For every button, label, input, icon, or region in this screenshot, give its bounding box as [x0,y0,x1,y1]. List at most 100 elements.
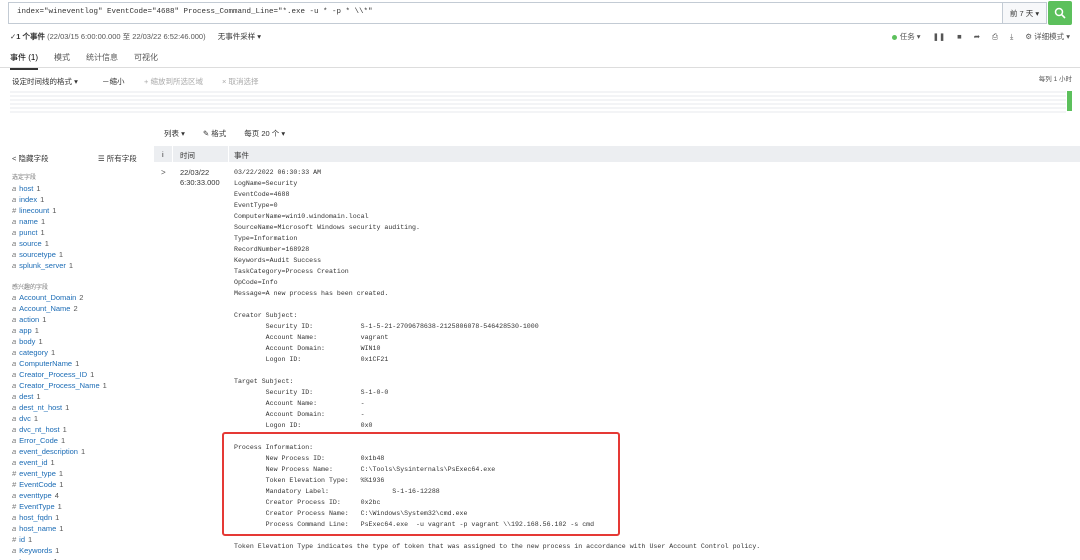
field-type-icon: a [12,228,17,237]
zoom-selection-button[interactable]: + 缩放到所选区域 [144,76,203,87]
timeline-chart[interactable] [10,91,1066,113]
field-type-icon: a [12,293,17,302]
field-type-icon: # [12,535,17,544]
field-count: 1 [57,502,62,511]
field-item-logname[interactable]: aLogname1 [12,556,107,560]
field-count: 1 [40,195,45,204]
field-name: eventtype [19,491,52,500]
event-line: 03/22/2022 06:30:33 AM [234,169,322,176]
field-item-linecount[interactable]: # linecount 1 [12,205,73,216]
field-item-creator-process-name[interactable]: a Creator_Process_Name 1 [12,380,107,391]
list-controls: 列表 ▾ ✎ 格式 每页 20 个 ▾ [164,128,285,139]
field-item-host-name[interactable]: a host_name 1 [12,523,107,534]
field-type-icon: a [12,304,17,313]
event-line: ComputerName=win10.windomain.local [234,213,369,220]
field-item-id[interactable]: # id 1 [12,534,107,545]
column-event[interactable]: 事件 [234,150,249,161]
field-item-sourcetype[interactable]: a sourcetype 1 [12,249,73,260]
field-name: EventType [19,502,55,511]
search-input[interactable]: index="wineventlog" EventCode="4688" Pro… [8,2,1003,24]
field-item-account-domain[interactable]: a Account_Domain 2 [12,292,107,303]
field-item-splunk-server[interactable]: a splunk_server 1 [12,260,73,271]
all-fields-button[interactable]: ☰ 所有字段 [98,153,137,164]
event-line: EventType=0 [234,202,278,209]
hide-fields-button[interactable]: < 隐藏字段 [12,153,48,164]
event-line: LogName=Security [234,180,298,187]
field-type-icon: a [12,403,17,412]
status-row: ✓1 个事件 (22/03/15 6:00:00.000 至 22/03/22 … [0,28,1080,44]
field-type-icon: # [12,480,17,489]
field-name: id [19,535,26,544]
deselect-button[interactable]: × 取消选择 [222,76,258,87]
per-page-dropdown[interactable]: 每页 20 个 ▾ [244,128,285,139]
field-item-event-description[interactable]: a event_description 1 [12,446,107,457]
field-type-icon: a [12,524,17,533]
sampling-dropdown[interactable]: 无事件采样 ▾ [218,32,261,41]
search-mode-dropdown[interactable]: ⚙ 详细模式 ▾ [1025,31,1070,42]
field-item-host-fqdn[interactable]: a host_fqdn 1 [12,512,107,523]
field-count: 1 [60,436,66,445]
timeline-format-dropdown[interactable]: 设定时间线的格式 ▾ [12,76,78,87]
field-item-category[interactable]: a category 1 [12,347,107,358]
field-name: linecount [19,206,50,215]
interesting-fields-list: a Account_Domain 2 a Account_Name 2 a action 1 a a… [12,292,107,560]
event-line: Logon ID: 0x1CF21 [234,356,389,363]
field-count: 1 [59,480,64,489]
event-time: 6:30:33.000 [180,178,220,187]
job-menu[interactable]: 任务 ▾ [891,31,921,42]
stop-icon[interactable]: ■ [957,32,962,41]
field-type-icon: a [12,436,17,445]
field-item-account-name[interactable]: a Account_Name 2 [12,303,107,314]
field-type-icon: a [12,491,17,500]
field-count: 1 [68,261,74,270]
field-item-eventtype[interactable]: a eventtype 4 [12,490,107,501]
field-item-host[interactable]: a host 1 [12,183,73,194]
search-button[interactable] [1048,1,1072,25]
event-line: Type=Information [234,235,298,242]
field-item-name[interactable]: a name 1 [12,216,73,227]
field-item-app[interactable]: a app 1 [12,325,107,336]
field-item-index[interactable]: a index 1 [12,194,73,205]
interesting-fields-heading: 感兴趣的字段 [12,285,49,291]
field-item-dest-nt-host[interactable]: a dest_nt_host 1 [12,402,107,413]
field-item-action[interactable]: a action 1 [12,314,107,325]
field-item-event-type[interactable]: # event_type 1 [12,468,107,479]
field-count: 1 [58,469,64,478]
field-item-keywords[interactable]: a Keywords 1 [12,545,107,556]
field-item-computername[interactable]: a ComputerName 1 [12,358,107,369]
field-type-icon: a [12,392,17,401]
column-time[interactable]: 时间 [180,150,195,161]
field-item-dvc[interactable]: a dvc 1 [12,413,107,424]
field-item-dest[interactable]: a dest 1 [12,391,107,402]
expand-row-chevron-icon[interactable]: > [161,168,166,177]
field-item-dvc-nt-host[interactable]: a dvc_nt_host 1 [12,424,107,435]
export-icon[interactable]: ⤓ [1010,32,1013,42]
field-item-source[interactable]: a source 1 [12,238,73,249]
field-item-body[interactable]: a body 1 [12,336,107,347]
pause-icon[interactable]: ❚❚ [933,32,946,41]
format-button[interactable]: ✎ 格式 [203,128,226,139]
field-type-icon: a [12,458,17,467]
event-line: OpCode=Info [234,279,278,286]
search-bar: index="wineventlog" EventCode="4688" Pro… [0,0,1080,26]
field-count: 1 [36,392,41,401]
field-item-eventtype[interactable]: # EventType 1 [12,501,107,512]
field-item-punct[interactable]: a punct 1 [12,227,73,238]
event-line: Account Name: - [234,400,365,407]
print-icon[interactable]: ⎙ [992,32,998,42]
time-range-label: (22/03/15 6:00:00.000 至 22/03/22 6:52:46… [47,32,206,41]
timeline-bar[interactable] [1067,91,1072,111]
share-icon[interactable]: ➦ [974,32,980,41]
field-type-icon: a [12,184,17,193]
field-item-event-id[interactable]: a event_id 1 [12,457,107,468]
field-item-eventcode[interactable]: # EventCode 1 [12,479,107,490]
field-name: sourcetype [19,250,56,259]
event-line: Account Domain: - [234,411,365,418]
list-view-dropdown[interactable]: 列表 ▾ [164,128,185,139]
field-item-error-code[interactable]: a Error_Code 1 [12,435,107,446]
field-item-creator-process-id[interactable]: a Creator_Process_ID 1 [12,369,107,380]
field-name: Error_Code [19,436,58,445]
event-line: Security ID: S-1-5-21-2709678638-2125806… [234,323,539,330]
zoom-out-button[interactable]: －缩小 [102,76,125,87]
time-range-picker[interactable]: 前 7 天 ▾ [1003,2,1047,24]
